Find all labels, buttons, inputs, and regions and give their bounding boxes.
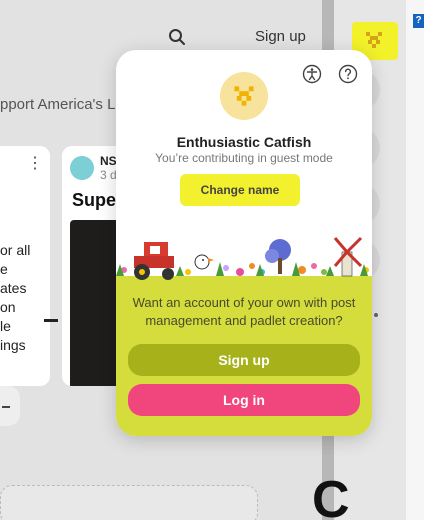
windmill-icon xyxy=(333,236,363,277)
guest-name: Enthusiastic Catfish xyxy=(176,134,312,150)
accessibility-icon[interactable] xyxy=(302,64,322,84)
post-text-line: le xyxy=(0,318,11,334)
author-avatar xyxy=(70,156,94,180)
signup-button[interactable]: Sign up xyxy=(128,344,360,376)
divider-mark xyxy=(44,319,58,322)
tree-icon xyxy=(265,239,291,274)
post-text-line: ates xyxy=(0,280,27,296)
tractor-icon xyxy=(134,242,174,280)
account-pitch-text: Want an account of your own with post ma… xyxy=(132,295,356,328)
post-timestamp: 3 d xyxy=(100,168,117,182)
guest-account-popover: Enthusiastic Catfish You’re contributing… xyxy=(116,50,372,436)
edge-help-icon[interactable]: ? xyxy=(413,14,424,28)
post-composer[interactable] xyxy=(0,485,258,520)
guest-avatar xyxy=(220,72,268,120)
help-icon[interactable] xyxy=(338,64,358,84)
kebab-menu-icon[interactable]: ⋮ xyxy=(27,156,43,172)
change-name-label: Change name xyxy=(200,183,280,197)
pixel-user-icon xyxy=(366,32,382,48)
partial-letter: C xyxy=(312,471,350,520)
board-subtitle: pport America's Lib xyxy=(0,96,128,113)
post-heading: Supe xyxy=(72,190,117,210)
header-signup-link[interactable]: Sign up xyxy=(255,28,306,45)
bird-icon xyxy=(194,254,214,270)
post-text-line: or all xyxy=(0,242,31,258)
window-edge xyxy=(406,0,424,520)
search-icon[interactable] xyxy=(168,28,186,46)
post-card-left-text: or all e ates on le ings xyxy=(0,241,30,355)
pixel-user-icon xyxy=(234,86,254,106)
popover-top-icons xyxy=(302,64,358,84)
minus-icon xyxy=(2,406,10,408)
change-name-button[interactable]: Change name xyxy=(180,174,300,206)
dot-indicator xyxy=(374,313,378,317)
guest-mode-text: You’re contributing in guest mode xyxy=(155,151,333,165)
post-author: NS xyxy=(100,154,117,168)
post-text-line: ings xyxy=(0,337,26,353)
farm-illustration xyxy=(116,236,372,292)
login-button[interactable]: Log in xyxy=(128,384,360,416)
post-text-line: on xyxy=(0,299,16,315)
post-text-line: e xyxy=(0,261,8,277)
